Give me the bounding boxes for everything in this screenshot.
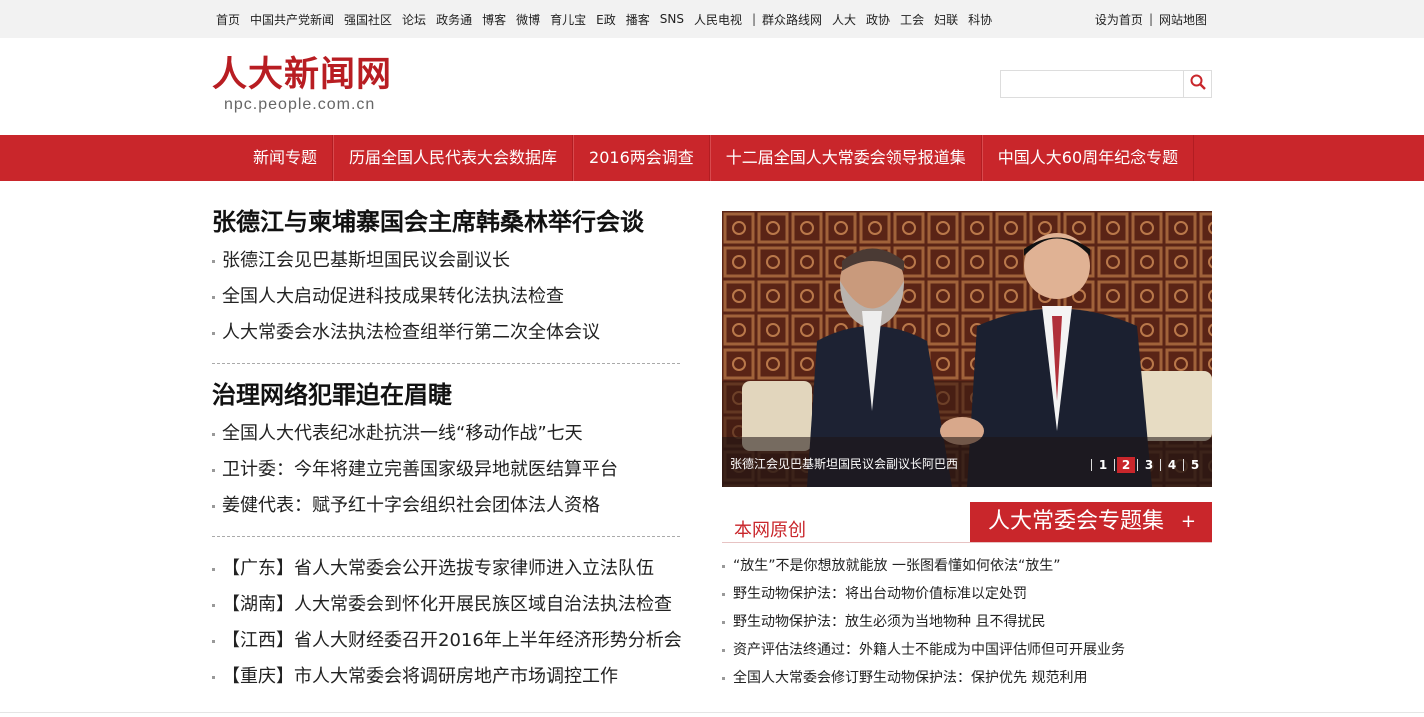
news-link[interactable]: 张德江会见巴基斯坦国民议会副议长 bbox=[212, 243, 682, 279]
sitemap-link[interactable]: 网站地图 bbox=[1159, 11, 1207, 28]
topnav-item[interactable]: 首页 bbox=[216, 11, 240, 28]
news-link[interactable]: 全国人大常委会修订野生动物保护法：保护优先 规范利用 bbox=[722, 664, 1125, 692]
news-link[interactable]: 全国人大启动促进科技成果转化法执法检查 bbox=[212, 279, 682, 315]
headline-link[interactable]: 张德江与柬埔寨国会主席韩桑林举行会谈 bbox=[212, 205, 682, 239]
topnav-item[interactable]: 中国共产党新闻 bbox=[250, 11, 334, 28]
news-link[interactable]: 全国人大代表纪冰赴抗洪一线“移动作战”七天 bbox=[212, 416, 682, 452]
headline-link[interactable]: 治理网络犯罪迫在眉睫 bbox=[212, 378, 682, 412]
special-topics-banner[interactable]: 人大常委会专题集 + bbox=[970, 502, 1212, 543]
top-bar: 首页 中国共产党新闻 强国社区 论坛 政务通 博客 微博 育儿宝 E政 播客 S… bbox=[0, 0, 1424, 38]
slider-page-3[interactable]: 3 bbox=[1140, 457, 1158, 473]
topnav-item[interactable]: 博客 bbox=[482, 11, 506, 28]
main-nav-item[interactable]: 中国人大60周年纪念专题 bbox=[981, 135, 1195, 181]
topnav-item[interactable]: 人民电视 bbox=[694, 11, 742, 28]
search-button[interactable] bbox=[1183, 71, 1211, 97]
special-topics-title: 人大常委会专题集 bbox=[988, 509, 1165, 534]
main-nav-item[interactable]: 十二届全国人大常委会领导报道集 bbox=[709, 135, 982, 181]
topnav-item[interactable]: SNS bbox=[660, 12, 684, 26]
topnav-item[interactable]: 论坛 bbox=[402, 11, 426, 28]
news-link[interactable]: 姜健代表：赋予红十字会组织社会团体法人资格 bbox=[212, 488, 682, 524]
slider-page-1[interactable]: 1 bbox=[1094, 457, 1112, 473]
news-link[interactable]: 【重庆】市人大常委会将调研房地产市场调控工作 bbox=[212, 659, 682, 695]
pager-divider bbox=[1137, 459, 1138, 471]
news-link[interactable]: 资产评估法终通过：外籍人士不能成为中国评估师但可开展业务 bbox=[722, 636, 1125, 664]
topnav-item[interactable]: 强国社区 bbox=[344, 11, 392, 28]
pager-divider bbox=[1091, 459, 1092, 471]
topnav-divider: | bbox=[751, 12, 757, 26]
slider-page-4[interactable]: 4 bbox=[1163, 457, 1181, 473]
news-link[interactable]: 卫计委：今年将建立完善国家级异地就医结算平台 bbox=[212, 452, 682, 488]
divider bbox=[722, 542, 1212, 543]
original-news-list: “放生”不是你想放就能放 一张图看懂如何依法“放生” 野生动物保护法：将出台动物… bbox=[722, 552, 1125, 692]
divider bbox=[212, 363, 680, 364]
photo-slider[interactable]: 张德江会见巴基斯坦国民议会副议长阿巴西 1 2 3 4 5 bbox=[722, 211, 1212, 487]
news-link[interactable]: “放生”不是你想放就能放 一张图看懂如何依法“放生” bbox=[722, 552, 1125, 580]
top-nav: 首页 中国共产党新闻 强国社区 论坛 政务通 博客 微博 育儿宝 E政 播客 S… bbox=[216, 0, 1002, 38]
news-link[interactable]: 野生动物保护法：放生必须为当地物种 且不得扰民 bbox=[722, 608, 1125, 636]
main-nav-item[interactable]: 新闻专题 bbox=[238, 135, 334, 181]
slider-caption[interactable]: 张德江会见巴基斯坦国民议会副议长阿巴西 bbox=[730, 455, 958, 472]
set-homepage-link[interactable]: 设为首页 bbox=[1095, 11, 1143, 28]
topnav-divider: | bbox=[1148, 12, 1153, 26]
logo-title: 人大新闻网 bbox=[212, 54, 393, 95]
news-link[interactable]: 【广东】省人大常委会公开选拔专家律师进入立法队伍 bbox=[212, 551, 682, 587]
topnav-item[interactable]: 政务通 bbox=[436, 11, 472, 28]
main-nav: 新闻专题 历届全国人民代表大会数据库 2016两会调查 十二届全国人大常委会领导… bbox=[0, 135, 1424, 181]
divider bbox=[212, 536, 680, 537]
topnav-item[interactable]: 妇联 bbox=[934, 11, 958, 28]
regional-news-list: 【广东】省人大常委会公开选拔专家律师进入立法队伍 【湖南】人大常委会到怀化开展民… bbox=[212, 551, 682, 695]
news-link[interactable]: 野生动物保护法：将出台动物价值标准以定处罚 bbox=[722, 580, 1125, 608]
pager-divider bbox=[1183, 459, 1184, 471]
news-list: 全国人大代表纪冰赴抗洪一线“移动作战”七天 卫计委：今年将建立完善国家级异地就医… bbox=[212, 416, 682, 524]
topnav-item[interactable]: 群众路线网 bbox=[762, 11, 822, 28]
search-icon bbox=[1190, 74, 1206, 94]
slider-page-5[interactable]: 5 bbox=[1186, 457, 1204, 473]
top-right-links: 设为首页 | 网站地图 bbox=[1095, 0, 1207, 38]
divider bbox=[0, 712, 1424, 713]
main-nav-item[interactable]: 2016两会调查 bbox=[573, 135, 710, 181]
logo-domain: npc.people.com.cn bbox=[224, 96, 376, 113]
topnav-item[interactable]: 科协 bbox=[968, 11, 992, 28]
topnav-item[interactable]: 工会 bbox=[900, 11, 924, 28]
pager-divider bbox=[1114, 459, 1115, 471]
topnav-item[interactable]: 政协 bbox=[866, 11, 890, 28]
original-section-title[interactable]: 本网原创 bbox=[734, 516, 806, 542]
main-nav-item[interactable]: 历届全国人民代表大会数据库 bbox=[333, 135, 574, 181]
news-link[interactable]: 【江西】省人大财经委召开2016年上半年经济形势分析会 bbox=[212, 623, 682, 659]
news-column: 张德江与柬埔寨国会主席韩桑林举行会谈 张德江会见巴基斯坦国民议会副议长 全国人大… bbox=[212, 205, 682, 695]
news-link[interactable]: 人大常委会水法执法检查组举行第二次全体会议 bbox=[212, 315, 682, 351]
news-link[interactable]: 【湖南】人大常委会到怀化开展民族区域自治法执法检查 bbox=[212, 587, 682, 623]
search-box bbox=[1000, 70, 1212, 98]
topnav-item[interactable]: E政 bbox=[596, 11, 616, 28]
slider-page-2[interactable]: 2 bbox=[1117, 457, 1135, 473]
plus-icon[interactable]: + bbox=[1181, 511, 1196, 533]
pager-divider bbox=[1160, 459, 1161, 471]
topnav-item[interactable]: 育儿宝 bbox=[550, 11, 586, 28]
topnav-item[interactable]: 人大 bbox=[832, 11, 856, 28]
news-list: 张德江会见巴基斯坦国民议会副议长 全国人大启动促进科技成果转化法执法检查 人大常… bbox=[212, 243, 682, 351]
topnav-item[interactable]: 播客 bbox=[626, 11, 650, 28]
topnav-item[interactable]: 微博 bbox=[516, 11, 540, 28]
slider-pager: 1 2 3 4 5 bbox=[1089, 457, 1204, 473]
site-logo[interactable]: 人大新闻网 npc.people.com.cn bbox=[212, 55, 392, 115]
search-input[interactable] bbox=[1001, 71, 1183, 97]
